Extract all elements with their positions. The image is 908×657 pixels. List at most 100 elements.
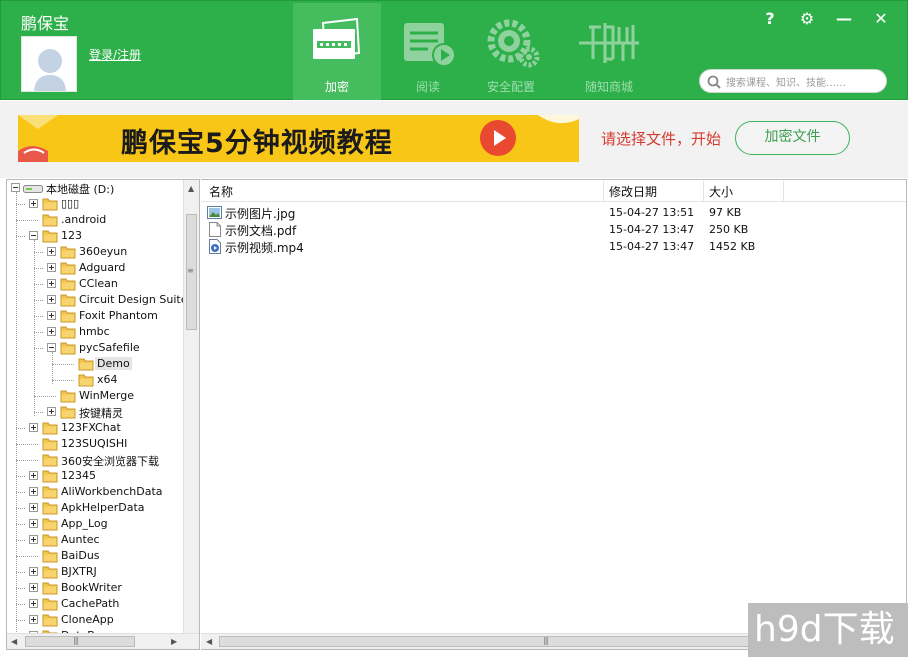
file-list[interactable]: 名称 修改日期 大小 示例图片.jpg 15-04-27 13:51 97 KB… [201, 179, 907, 650]
file-row[interactable]: 示例视频.mp4 15-04-27 13:47 1452 KB [201, 238, 906, 255]
tree-connector [34, 348, 43, 349]
folder-icon [60, 310, 76, 323]
folder-tree[interactable]: 本地磁盘 (D:) ▯▯▯ .android 123 360eyun Adguard CC… [6, 179, 200, 650]
search-input[interactable]: 搜索课程、知识、技能…… [699, 69, 887, 93]
folder-icon [60, 390, 76, 403]
expand-toggle-icon[interactable] [47, 263, 56, 272]
expand-toggle-icon[interactable] [29, 199, 38, 208]
column-divider[interactable] [783, 181, 784, 201]
scroll-grip-icon: ||| [73, 636, 79, 645]
tree-connector [34, 332, 43, 333]
app-title: 鹏保宝 [21, 14, 70, 33]
column-header-name[interactable]: 名称 [209, 183, 233, 200]
file-row[interactable]: 示例图片.jpg 15-04-27 13:51 97 KB [201, 204, 906, 221]
tree-horizontal-scroll-thumb[interactable] [25, 636, 135, 647]
tree-item-label: Demo [95, 357, 132, 370]
column-header-date[interactable]: 修改日期 [609, 183, 657, 200]
scroll-left-arrow-icon[interactable]: ◀ [206, 637, 212, 646]
file-size: 250 KB [709, 223, 749, 236]
scroll-right-arrow-icon[interactable]: ▶ [171, 637, 177, 646]
search-placeholder: 搜索课程、知识、技能…… [726, 78, 846, 89]
collapse-toggle-icon[interactable] [29, 231, 38, 240]
expand-toggle-icon[interactable] [29, 615, 38, 624]
tab-encrypt-label: 加密 [324, 80, 349, 94]
folder-icon [60, 406, 76, 419]
tree-connector [16, 492, 25, 493]
column-divider[interactable] [603, 181, 604, 201]
file-name: 示例文档.pdf [225, 224, 297, 238]
file-size: 97 KB [709, 206, 742, 219]
tab-security-config[interactable]: 安全配置 [467, 3, 555, 100]
tree-horizontal-scrollbar[interactable]: ◀ ||| ▶ [7, 633, 199, 649]
avatar[interactable] [21, 36, 77, 92]
tree-root-label: 本地磁盘 (D:) [46, 183, 115, 196]
scroll-up-arrow-icon[interactable]: ▲ [188, 184, 194, 193]
tree-connector [16, 220, 38, 221]
expand-toggle-icon[interactable] [47, 247, 56, 256]
folder-icon [42, 598, 58, 611]
column-header-size[interactable]: 大小 [709, 183, 733, 200]
collapse-toggle-icon[interactable] [47, 343, 56, 352]
expand-toggle-icon[interactable] [29, 471, 38, 480]
file-row[interactable]: 示例文档.pdf 15-04-27 13:47 250 KB [201, 221, 906, 238]
tree-item-label: BookWriter [61, 581, 122, 594]
folder-icon [42, 614, 58, 627]
tree-connector [16, 572, 25, 573]
tab-read[interactable]: 阅读 [384, 3, 472, 100]
expand-toggle-icon[interactable] [47, 327, 56, 336]
minimize-button[interactable]: — [833, 9, 855, 29]
expand-toggle-icon[interactable] [47, 311, 56, 320]
tree-vertical-scrollbar[interactable]: ▲ ≡ [183, 180, 199, 635]
expand-toggle-icon[interactable] [29, 503, 38, 512]
tree-item-label: pycSafefile [79, 341, 140, 354]
file-name: 示例视频.mp4 [225, 241, 304, 255]
tree-item-label: Adguard [79, 261, 126, 274]
expand-toggle-icon[interactable] [47, 407, 56, 416]
folder-icon [42, 582, 58, 595]
expand-toggle-icon[interactable] [29, 599, 38, 608]
help-button[interactable]: ? [759, 9, 781, 29]
expand-toggle-icon[interactable] [29, 583, 38, 592]
read-video-icon [404, 23, 456, 67]
tree-item-label: Foxit Phantom [79, 309, 158, 322]
tree-item-label: hmbc [79, 325, 110, 338]
tab-store-label: 随知商城 [584, 80, 633, 94]
tree-item-label: x64 [97, 373, 118, 386]
tree-item-label: 360eyun [79, 245, 128, 258]
column-divider[interactable] [703, 181, 704, 201]
tab-read-label: 阅读 [415, 80, 440, 94]
folder-icon [42, 438, 58, 451]
expand-toggle-icon[interactable] [29, 487, 38, 496]
expand-toggle-icon[interactable] [29, 535, 38, 544]
encrypt-file-button[interactable]: 加密文件 [735, 121, 850, 155]
tree-connector [34, 412, 43, 413]
tutorial-banner[interactable]: 鹏保宝5分钟视频教程 [18, 115, 579, 162]
folder-icon [42, 470, 58, 483]
expand-toggle-icon[interactable] [47, 279, 56, 288]
file-date: 15-04-27 13:51 [609, 206, 695, 219]
scroll-left-arrow-icon[interactable]: ◀ [11, 637, 17, 646]
close-button[interactable]: ✕ [870, 9, 892, 29]
store-logo-icon [579, 23, 639, 63]
tree-item-label: 123SUQISHI [61, 437, 128, 450]
play-icon [480, 120, 516, 156]
expand-toggle-icon[interactable] [47, 295, 56, 304]
expand-toggle-icon[interactable] [29, 567, 38, 576]
file-name: 示例图片.jpg [225, 207, 296, 221]
tab-encrypt[interactable]: 加密 [293, 3, 381, 100]
tree-item-label: 123 [61, 229, 82, 242]
tree-connector [52, 380, 74, 381]
expand-toggle-icon[interactable] [29, 519, 38, 528]
folder-icon [42, 534, 58, 547]
tab-store[interactable]: 随知商城 [565, 3, 653, 100]
login-register-link[interactable]: 登录/注册 [89, 46, 141, 63]
tree-connector [34, 268, 43, 269]
expand-toggle-icon[interactable] [29, 423, 38, 432]
settings-button[interactable]: ⚙ [796, 9, 818, 29]
tree-item-label: App_Log [61, 517, 108, 530]
folder-icon [60, 326, 76, 339]
tree-connector [34, 300, 43, 301]
tree-item-label: 123FXChat [61, 421, 121, 434]
collapse-toggle-icon[interactable] [11, 183, 20, 192]
search-icon [707, 75, 721, 89]
